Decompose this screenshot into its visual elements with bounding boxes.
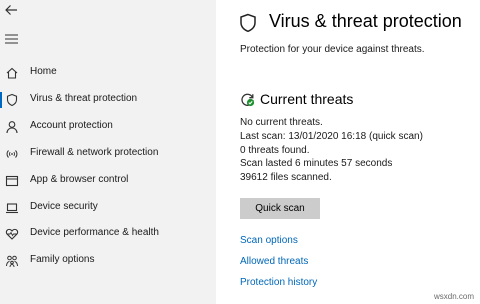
sidebar-item-app-browser-control[interactable]: App & browser control [0, 168, 216, 194]
wifi-icon [6, 150, 18, 158]
page-title: Virus & threat protection [269, 11, 462, 31]
sidebar-item-label: App & browser control [30, 174, 129, 185]
sidebar-item-family-options[interactable]: Family options [0, 248, 216, 274]
hamburger-icon[interactable] [5, 34, 18, 44]
sidebar-item-account-protection[interactable]: Account protection [0, 114, 216, 140]
page-subtitle: Protection for your device against threa… [240, 44, 425, 55]
person-icon [6, 121, 18, 134]
heart-icon [5, 228, 19, 240]
sidebar-item-device-performance-health[interactable]: Device performance & health [0, 221, 216, 247]
last-scan-text: Last scan: 13/01/2020 16:18 (quick scan) [240, 131, 423, 142]
threat-status-text: No current threats. [240, 117, 323, 128]
back-arrow-icon[interactable] [4, 3, 18, 17]
family-icon [6, 255, 18, 268]
scan-duration-text: Scan lasted 6 minutes 57 seconds [240, 158, 393, 169]
sidebar-item-device-security[interactable]: Device security [0, 195, 216, 221]
sidebar-item-virus-threat-protection[interactable]: Virus & threat protection [0, 87, 216, 113]
main-content: Virus & threat protection Protection for… [216, 0, 480, 304]
files-scanned-text: 39612 files scanned. [240, 172, 332, 183]
watermark: wsxdn.com [433, 292, 474, 301]
protection-history-link[interactable]: Protection history [240, 277, 317, 288]
sidebar-item-label: Device performance & health [30, 227, 159, 238]
selection-indicator [0, 92, 2, 108]
sidebar-item-label: Firewall & network protection [30, 147, 159, 158]
shield-icon [240, 13, 256, 33]
window-icon [5, 175, 19, 187]
threats-found-text: 0 threats found. [240, 145, 310, 156]
sidebar-item-home[interactable]: Home [0, 60, 216, 86]
refresh-check-icon [241, 93, 255, 107]
sidebar-item-firewall-network-protection[interactable]: Firewall & network protection [0, 141, 216, 167]
scan-options-link[interactable]: Scan options [240, 235, 298, 246]
sidebar-item-label: Home [30, 66, 57, 77]
quick-scan-button[interactable]: Quick scan [240, 198, 320, 219]
sidebar-item-label: Family options [30, 254, 95, 265]
sidebar: Home Virus & threat protection Account p… [0, 0, 216, 304]
laptop-icon [6, 203, 18, 214]
home-icon [6, 67, 18, 79]
sidebar-item-label: Device security [30, 201, 98, 212]
sidebar-item-label: Account protection [30, 120, 113, 131]
sidebar-item-label: Virus & threat protection [30, 93, 138, 104]
shield-icon [6, 93, 18, 107]
allowed-threats-link[interactable]: Allowed threats [240, 256, 308, 267]
current-threats-heading: Current threats [260, 91, 354, 107]
